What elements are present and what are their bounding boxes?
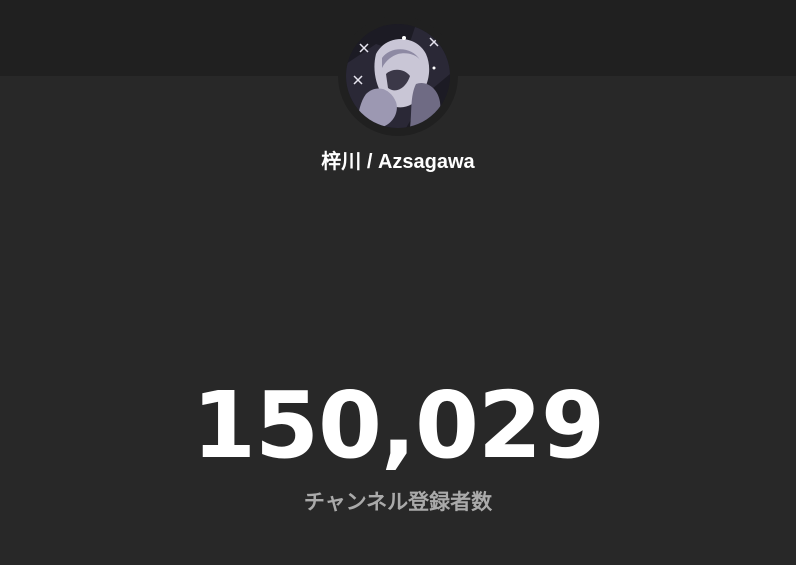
subscriber-count-label: チャンネル登録者数 <box>303 490 493 514</box>
subscriber-count: 150,029 <box>191 372 605 479</box>
channel-name[interactable]: 梓川 / Azsagawa <box>0 145 796 174</box>
channel-avatar-icon[interactable] <box>346 24 450 128</box>
